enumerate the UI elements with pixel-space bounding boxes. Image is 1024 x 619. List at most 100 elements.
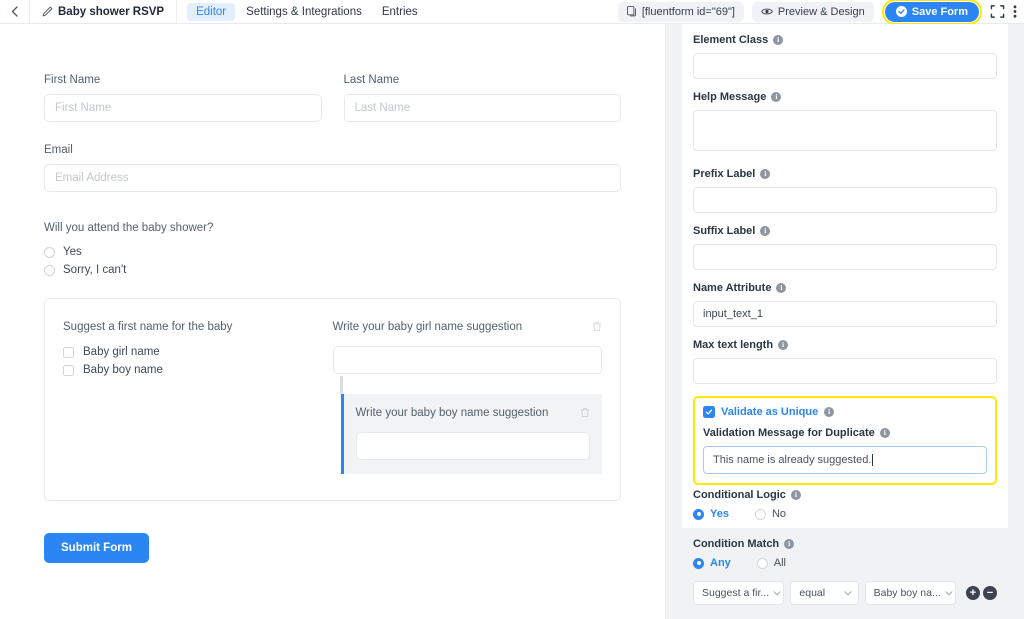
form-title[interactable]: Baby shower RSVP [30,0,177,23]
add-condition-button[interactable]: + [966,586,980,600]
submit-form-button[interactable]: Submit Form [44,533,149,563]
save-form-label: Save Form [912,6,968,18]
help-message-textarea[interactable] [693,110,997,151]
checkbox-checked-icon[interactable] [703,406,715,418]
name-attribute-label: Name Attribute [693,282,771,294]
conditional-logic-label: Conditional Logic [693,489,786,501]
baby-boy-suggestion-field[interactable]: Write your baby boy name suggestion [341,394,603,474]
info-icon[interactable]: i [880,428,890,438]
prefix-label-input[interactable] [693,187,997,213]
max-text-length-input[interactable] [693,358,997,384]
condition-value-select[interactable]: Baby boy na... [865,581,956,605]
info-icon[interactable]: i [760,226,770,236]
condition-rule-row: Suggest a fir... equal Baby boy na... [693,581,997,605]
suggestion-checkbox-column: Suggest a first name for the baby Baby g… [63,321,333,474]
info-icon[interactable]: i [778,340,788,350]
save-form-highlight: Save Form [882,0,982,25]
condition-field-select[interactable]: Suggest a fir... [693,581,784,605]
last-name-label: Last Name [344,74,622,86]
email-input[interactable] [44,164,621,192]
condition-field-value: Suggest a fir... [702,587,769,599]
baby-boy-suggestion-label: Write your baby boy name suggestion [356,407,549,419]
top-toolbar: Baby shower RSVP Editor Settings & Integ… [0,0,1024,24]
condition-match-panel: Condition Match i Any All Suggest a [682,528,1008,619]
name-attribute-input[interactable] [693,301,997,327]
suffix-label-input[interactable] [693,244,997,270]
expand-button[interactable] [990,4,1005,19]
attend-option-yes-label: Yes [63,246,82,258]
condition-value-value: Baby boy na... [874,587,941,599]
first-name-input[interactable] [44,94,322,122]
info-icon[interactable]: i [760,169,770,179]
condition-match-all[interactable]: All [757,557,786,569]
email-group: Email [44,144,621,192]
conditional-logic-yes[interactable]: Yes [693,508,729,520]
sidebar-scrollbar[interactable] [1008,24,1024,619]
checkbox-baby-boy-name[interactable]: Baby boy name [63,364,323,376]
save-form-button[interactable]: Save Form [885,2,979,22]
radio-unselected-icon [757,558,768,569]
info-icon[interactable]: i [824,407,834,417]
prefix-label-label: Prefix Label [693,168,755,180]
form-title-text: Baby shower RSVP [58,6,164,18]
validate-unique-row[interactable]: Validate as Unique i [703,406,987,418]
attend-option-no[interactable]: Sorry, I can't [44,264,621,276]
baby-girl-suggestion-field[interactable]: Write your baby girl name suggestion [333,321,603,374]
more-menu-button[interactable] [1013,4,1017,19]
attend-option-no-label: Sorry, I can't [63,264,126,276]
form-canvas: First Name Last Name Email Will you atte… [0,24,665,619]
remove-condition-button[interactable]: − [983,586,997,600]
last-name-group: Last Name [344,74,622,122]
info-icon[interactable]: i [791,490,801,500]
chevron-down-icon [844,591,852,596]
tab-entries[interactable]: Entries [373,3,427,21]
conditional-logic-no[interactable]: No [755,508,786,520]
condition-match-all-label: All [774,557,786,569]
first-name-label: First Name [44,74,322,86]
element-class-input[interactable] [693,53,997,79]
condition-operator-select[interactable]: equal [790,581,858,605]
condition-match-any[interactable]: Any [693,557,731,569]
first-name-group: First Name [44,74,322,122]
last-name-input[interactable] [344,94,622,122]
checkbox-baby-girl-name[interactable]: Baby girl name [63,346,323,358]
info-icon[interactable]: i [771,92,781,102]
validation-message-label-row: Validation Message for Duplicate i [703,427,987,439]
attend-question-group: Will you attend the baby shower? Yes Sor… [44,222,621,276]
info-icon[interactable]: i [784,539,794,549]
back-button[interactable] [0,0,30,23]
info-icon[interactable]: i [776,283,786,293]
baby-girl-suggestion-input[interactable] [333,346,603,374]
name-attribute-label-row: Name Attribute i [693,282,997,294]
trash-icon[interactable] [592,319,602,337]
help-message-label: Help Message [693,91,766,103]
text-cursor [872,454,873,466]
chevron-down-icon [945,591,953,596]
setting-max-text-length: Max text length i [693,339,997,384]
radio-selected-icon [693,558,704,569]
expand-icon [990,4,1005,19]
condition-match-label: Condition Match [693,538,779,550]
attend-option-yes[interactable]: Yes [44,246,621,258]
drag-handle[interactable] [340,376,343,394]
radio-selected-icon [693,509,704,520]
toolbar-actions: [fluentform id="69"] Preview & Design Sa… [618,0,1024,25]
condition-match-options: Any All [693,557,997,569]
validation-message-label: Validation Message for Duplicate [703,427,875,439]
suffix-label-label-row: Suffix Label i [693,225,997,237]
tab-settings-integrations[interactable]: Settings & Integrations [237,3,371,21]
preview-design-label: Preview & Design [778,6,865,18]
preview-design-button[interactable]: Preview & Design [752,2,874,22]
info-icon[interactable]: i [773,35,783,45]
max-text-length-label-row: Max text length i [693,339,997,351]
trash-icon[interactable] [580,405,590,423]
setting-conditional-logic: Conditional Logic i Yes No [693,489,997,520]
email-label: Email [44,144,621,156]
canvas-gutter [665,24,682,619]
baby-boy-suggestion-input[interactable] [356,432,591,460]
checkbox-icon [63,347,74,358]
suggestion-heading: Suggest a first name for the baby [63,321,323,333]
validation-message-input[interactable]: This name is already suggested. [703,446,987,474]
tab-editor[interactable]: Editor [187,3,235,21]
shortcode-chip[interactable]: [fluentform id="69"] [618,2,744,22]
